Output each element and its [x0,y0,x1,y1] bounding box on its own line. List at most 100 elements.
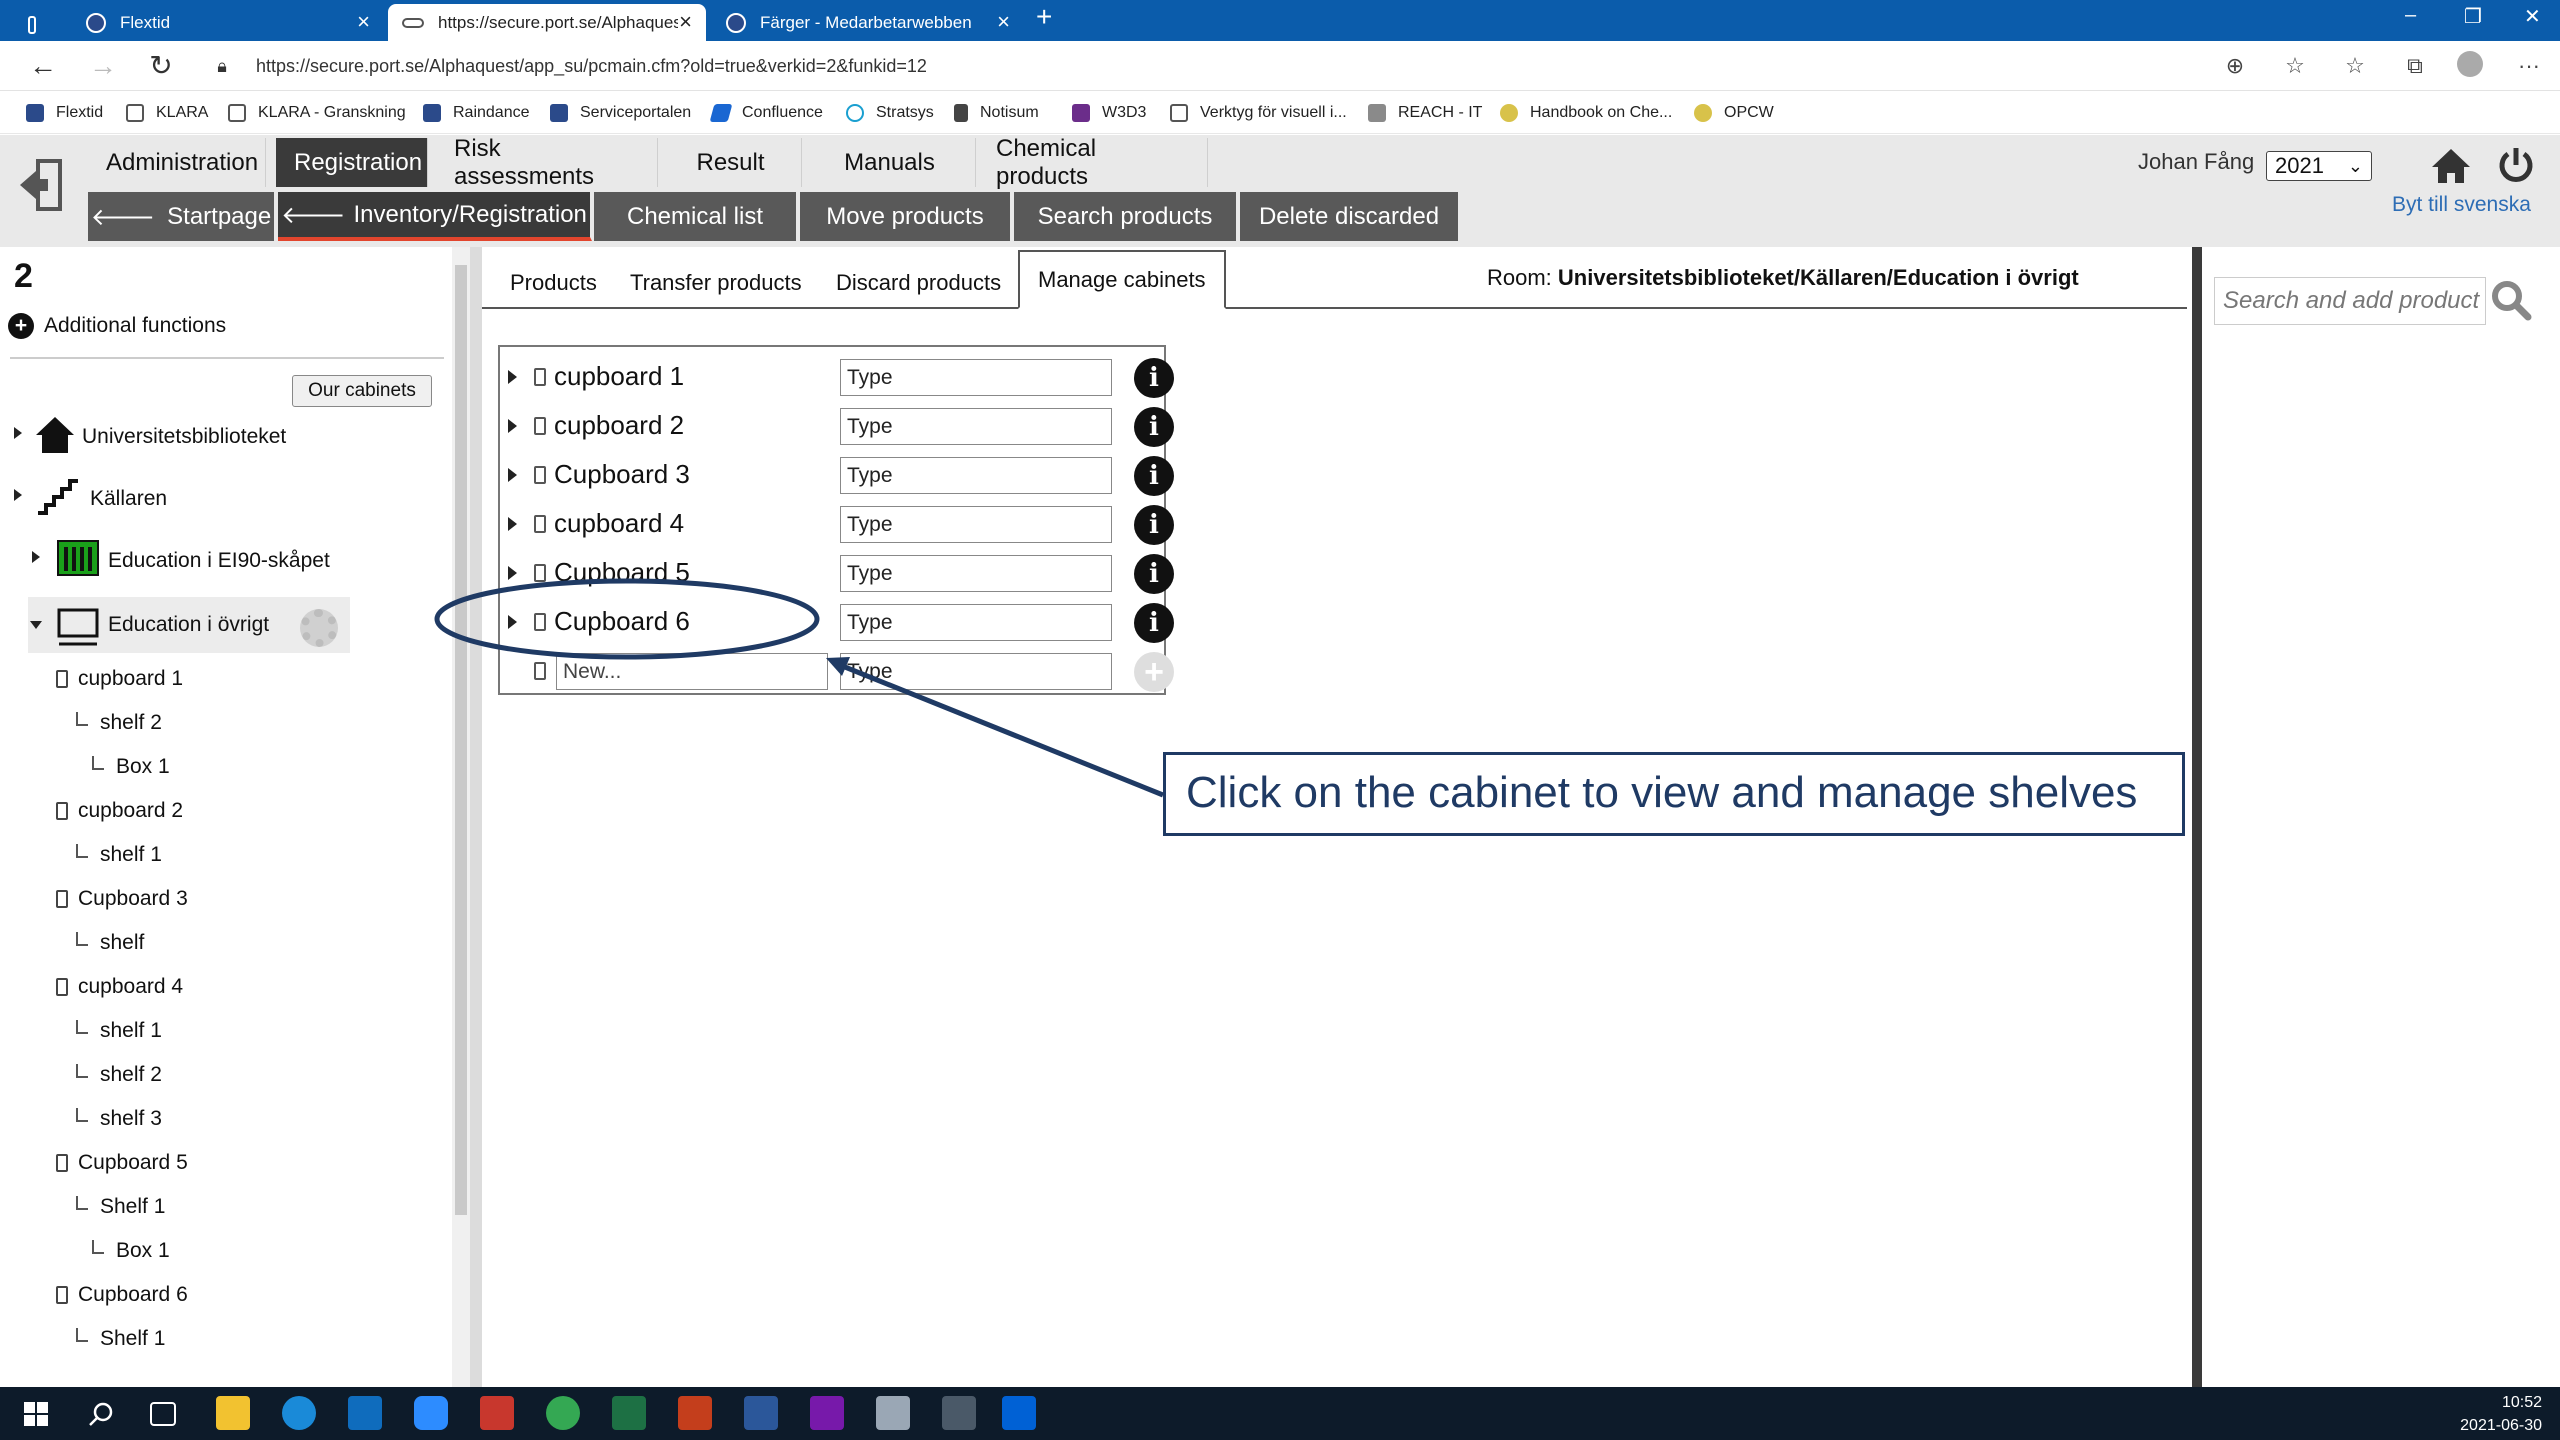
sub-tab-chemical-list[interactable]: Chemical list [594,192,798,241]
main-tab-result[interactable]: Result [660,138,802,187]
url-field[interactable]: https://secure.port.se/Alphaquest/app_su… [256,51,927,81]
profile-avatar[interactable] [2455,51,2485,81]
cabinet-type-input[interactable]: Type [840,506,1112,543]
new-cabinet-name-input[interactable]: New... [556,653,828,690]
year-select[interactable]: 2021 ⌄ [2266,151,2372,181]
cabinet-name[interactable]: cupboard 4 [554,508,684,539]
sub-tab-search-products[interactable]: Search products [1014,192,1238,241]
cabinet-name[interactable]: Cupboard 5 [554,557,690,588]
cabinet-type-input[interactable]: Type [840,359,1112,396]
left-scrollbar[interactable] [452,247,470,1387]
bookmark-confluence[interactable]: Confluence [709,92,823,134]
tree-shelf[interactable]: Shelf 1 [76,1327,165,1351]
refresh-button[interactable]: ↻ [144,49,178,83]
tree-cabinet[interactable]: cupboard 1 [56,667,183,691]
expand-arrow-icon[interactable] [14,489,22,501]
expand-arrow-icon[interactable] [508,419,517,433]
location-universitetsbiblioteket[interactable]: Universitetsbiblioteket [82,425,286,449]
tree-shelf[interactable]: shelf [76,931,144,955]
more-menu-icon[interactable]: ··· [2514,51,2544,81]
expand-arrow-icon[interactable] [508,370,517,384]
restore-button[interactable]: ❐ [2464,4,2482,29]
cabinet-row[interactable]: Cupboard 3 Type i [500,449,1174,498]
favorite-add-icon[interactable]: ☆ [2280,51,2310,81]
chrome-icon[interactable] [546,1396,580,1430]
tab-transfer-products[interactable]: Transfer products [630,257,802,309]
info-icon[interactable]: i [1134,456,1174,496]
bookmark-w3d3[interactable]: W3D3 [1072,92,1146,134]
bookmark-raindance[interactable]: Raindance [423,92,530,134]
add-icon[interactable]: + [1134,652,1174,692]
expand-arrow-icon[interactable] [508,566,517,580]
bookmark-reach-it[interactable]: REACH - IT [1368,92,1482,134]
forward-button[interactable]: → [86,49,120,83]
cabinet-row[interactable]: Cupboard 5 Type i [500,547,1174,596]
expand-arrow-icon[interactable] [508,517,517,531]
expand-arrow-icon[interactable] [508,615,517,629]
info-icon[interactable]: i [1134,505,1174,545]
cabinet-type-input[interactable]: Type [840,457,1112,494]
tree-shelf[interactable]: Shelf 1 [76,1195,165,1219]
collapse-arrow-icon[interactable] [30,621,42,629]
main-tab-chemical-products[interactable]: Chemical products [978,135,1208,190]
powerpoint-icon[interactable] [678,1396,712,1430]
tree-shelf[interactable]: shelf 3 [76,1107,162,1131]
sub-tab-startpage[interactable]: 🡐 Startpage [88,192,276,241]
search-input[interactable]: Search and add product [2214,277,2486,325]
cabinet-row[interactable]: cupboard 4 Type i [500,498,1174,547]
tab-discard-products[interactable]: Discard products [836,257,1001,309]
tab-products[interactable]: Products [510,257,597,309]
sub-tab-inventory-registration[interactable]: 🡐 Inventory/Registration [278,192,592,241]
sub-tab-delete-discarded[interactable]: Delete discarded [1240,192,1460,241]
home-icon[interactable] [2430,147,2472,185]
main-tab-administration[interactable]: Administration [88,138,266,187]
cabinet-name[interactable]: Cupboard 6 [554,606,690,637]
bookmark-verktyg[interactable]: Verktyg för visuell i... [1170,92,1347,134]
location-education-ovrigt[interactable]: Education i övrigt [108,613,269,637]
sub-tab-move-products[interactable]: Move products [800,192,1012,241]
box-icon[interactable] [1002,1396,1036,1430]
word-icon[interactable] [744,1396,778,1430]
onenote-icon[interactable] [810,1396,844,1430]
tree-shelf[interactable]: shelf 1 [76,843,162,867]
search-icon[interactable] [2490,279,2532,321]
tab-manage-cabinets[interactable]: Manage cabinets [1018,250,1226,309]
collections-icon[interactable]: ⧉ [2400,51,2430,81]
excel-icon[interactable] [612,1396,646,1430]
info-icon[interactable]: i [1134,554,1174,594]
additional-functions-link[interactable]: + Additional functions [8,313,226,339]
cabinet-row[interactable]: cupboard 2 Type i [500,400,1174,449]
tree-shelf[interactable]: shelf 2 [76,711,162,735]
system-clock[interactable]: 10:52 2021-06-30 [2460,1391,2542,1437]
outlook-icon[interactable] [348,1396,382,1430]
cabinet-row[interactable]: Cupboard 6 Type i [500,596,1174,645]
main-tab-risk-assessments[interactable]: Risk assessments [436,135,658,190]
bookmark-opcw[interactable]: OPCW [1694,92,1774,134]
bookmark-serviceportalen[interactable]: Serviceportalen [550,92,691,134]
bookmark-stratsys[interactable]: Stratsys [846,92,934,134]
bookmark-notisum[interactable]: Notisum [954,92,1039,134]
cabinet-type-input[interactable]: Type [840,604,1112,641]
expand-arrow-icon[interactable] [32,551,40,563]
edge-icon[interactable] [282,1396,316,1430]
cabinet-name[interactable]: Cupboard 3 [554,459,690,490]
zoom-icon[interactable]: ⊕ [2220,51,2250,81]
tree-box[interactable]: Box 1 [92,755,170,779]
task-view-icon[interactable] [150,1402,176,1426]
tree-cabinet[interactable]: Cupboard 5 [56,1151,188,1175]
close-window-button[interactable]: ✕ [2524,4,2541,29]
close-icon[interactable]: × [997,11,1010,33]
close-icon[interactable]: × [679,11,692,33]
tree-cabinet[interactable]: cupboard 2 [56,799,183,823]
calculator-icon[interactable] [942,1396,976,1430]
exit-icon[interactable] [18,157,64,213]
windows-start-icon[interactable] [24,1402,48,1426]
new-tab-button[interactable]: + [1036,1,1052,33]
search-icon[interactable] [88,1401,114,1427]
browser-tab-farger[interactable]: Färger - Medarbetarwebben × [712,4,1024,41]
expand-arrow-icon[interactable] [14,427,22,439]
close-icon[interactable]: × [357,11,370,33]
location-education-ei90[interactable]: Education i EI90-skåpet [108,549,330,573]
info-icon[interactable]: i [1134,407,1174,447]
snipping-tool-icon[interactable] [876,1396,910,1430]
